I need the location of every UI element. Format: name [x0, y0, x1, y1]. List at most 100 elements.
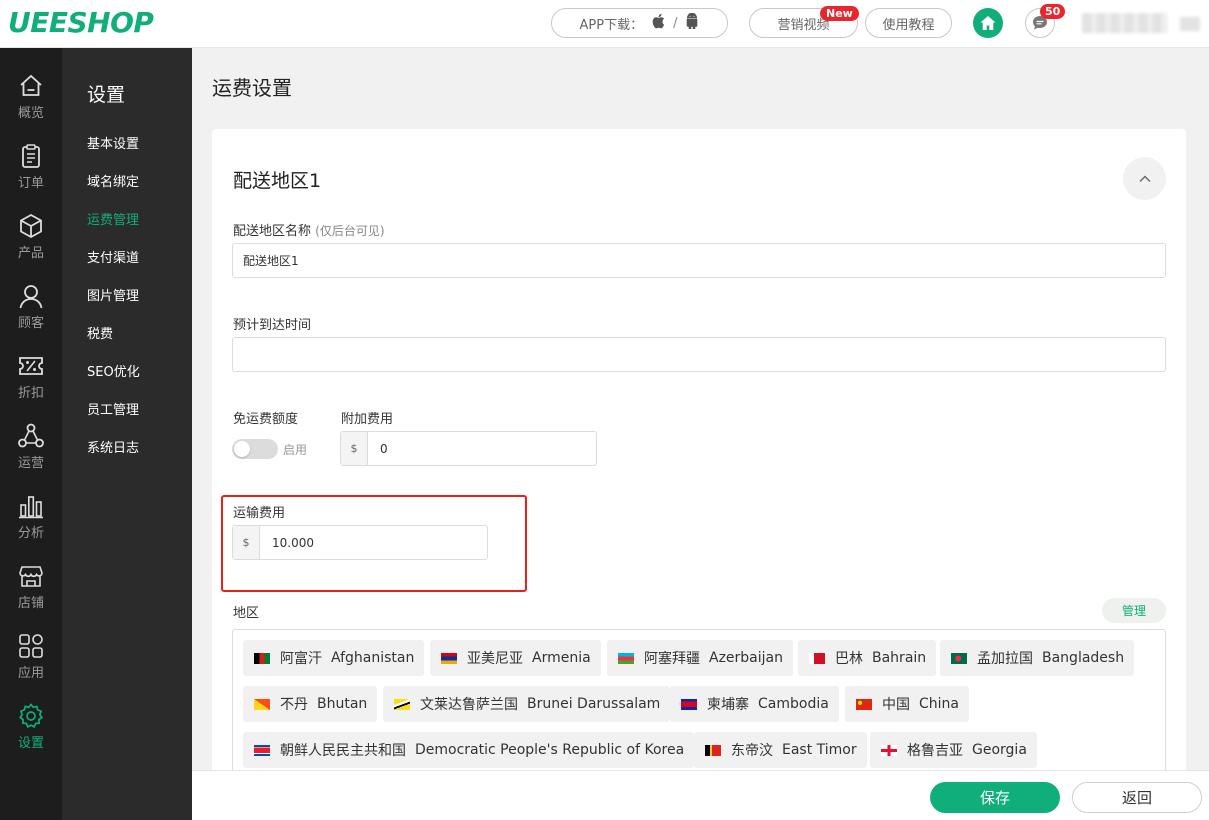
flag-cambodia-icon: [681, 698, 697, 710]
rail-label: 顾客: [17, 316, 44, 331]
gear-icon: [19, 703, 43, 728]
country-chip[interactable]: 格鲁吉亚 Georgia: [870, 732, 1037, 768]
rail-item-products[interactable]: 产品: [0, 202, 62, 272]
country-chip[interactable]: 中国 China: [845, 686, 969, 722]
flag-east-timor-icon: [705, 744, 721, 756]
rail-label: 订单: [17, 176, 44, 191]
android-icon[interactable]: [685, 12, 699, 33]
country-chip[interactable]: 东帝汶 East Timor: [694, 732, 867, 768]
subnav-item-logs[interactable]: 系统日志: [87, 437, 139, 456]
manage-regions-button[interactable]: 管理: [1102, 598, 1166, 623]
country-chip[interactable]: 孟加拉国 Bangladesh: [940, 640, 1135, 676]
country-en: Bhutan: [317, 696, 368, 712]
store-icon: [19, 566, 43, 587]
subnav-item-basic[interactable]: 基本设置: [87, 133, 139, 152]
free-threshold-toggle[interactable]: [232, 439, 278, 459]
country-en: Afghanistan: [331, 650, 415, 666]
currency-prefix: $: [341, 432, 368, 465]
zone-name-input[interactable]: 配送地区1: [232, 243, 1166, 278]
home-icon: [980, 16, 996, 30]
app-download-label: APP下载：: [579, 17, 644, 33]
country-cn: 阿塞拜疆: [644, 651, 700, 667]
rail-item-analytics[interactable]: 分析: [0, 482, 62, 552]
country-chip[interactable]: 阿富汗 Afghanistan: [243, 640, 425, 676]
flag-georgia-icon: [881, 744, 897, 756]
flag-bangladesh-icon: [951, 652, 967, 664]
country-cn: 巴林: [835, 651, 863, 667]
message-count-badge: 50: [1040, 4, 1066, 19]
rail-label: 折扣: [17, 386, 44, 401]
bar-chart-icon: [19, 496, 43, 519]
rail-label: 运营: [17, 456, 44, 471]
ticket-percent-icon: [19, 357, 43, 375]
user-account-name[interactable]: [1082, 13, 1167, 33]
country-cn: 文莱达鲁萨兰国: [420, 697, 518, 713]
apps-icon: [19, 634, 43, 658]
subnav-item-domain[interactable]: 域名绑定: [87, 171, 139, 190]
country-cn: 不丹: [280, 697, 308, 713]
country-en: Bangladesh: [1042, 650, 1125, 666]
surcharge-input[interactable]: $ 0: [340, 431, 597, 466]
country-chip[interactable]: 柬埔寨 Cambodia: [670, 686, 839, 722]
eta-input[interactable]: [232, 337, 1166, 372]
rail-item-store[interactable]: 店铺: [0, 552, 62, 622]
country-chip[interactable]: 亚美尼亚 Armenia: [430, 640, 601, 676]
rail-label: 应用: [17, 666, 44, 681]
subnav-item-staff[interactable]: 员工管理: [87, 399, 139, 418]
ueeshop-logo[interactable]: UEESHOP: [8, 6, 154, 39]
back-button[interactable]: 返回: [1072, 782, 1202, 813]
country-cn: 柬埔寨: [707, 697, 749, 713]
flag-bahrain-icon: [809, 652, 825, 664]
main-nav-rail: 概览 订单 产品 顾客 折扣 运营 分析 店铺 应用 设置: [0, 48, 62, 820]
rail-item-discounts[interactable]: 折扣: [0, 342, 62, 412]
shipping-zone-card: 配送地区1 配送地区名称 (仅后台可见) 配送地区1 预计到达时间 免运费额度 …: [212, 129, 1186, 770]
shipping-fee-value: 10.000: [272, 535, 314, 550]
country-cn: 格鲁吉亚: [907, 743, 963, 759]
tutorial-button[interactable]: 使用教程: [865, 8, 952, 38]
shipping-fee-input[interactable]: $ 10.000: [232, 525, 488, 560]
country-chip[interactable]: 不丹 Bhutan: [243, 686, 378, 722]
settings-subnav: 设置 基本设置 域名绑定 运费管理 支付渠道 图片管理 税费 SEO优化 员工管…: [62, 48, 192, 820]
share-nodes-icon: [18, 423, 44, 448]
flag-armenia-icon: [441, 652, 457, 664]
subnav-item-seo[interactable]: SEO优化: [87, 361, 140, 380]
rail-item-overview[interactable]: 概览: [0, 62, 62, 132]
subnav-item-payment[interactable]: 支付渠道: [87, 247, 139, 266]
user-dropdown-icon[interactable]: [1180, 17, 1200, 31]
rail-label: 设置: [17, 736, 44, 751]
collapse-button[interactable]: [1123, 157, 1166, 200]
country-en: Democratic People's Republic of Korea: [415, 742, 685, 758]
apple-icon[interactable]: [651, 13, 665, 33]
subnav-item-shipping[interactable]: 运费管理: [87, 209, 139, 228]
rail-item-orders[interactable]: 订单: [0, 132, 62, 202]
rail-item-customers[interactable]: 顾客: [0, 272, 62, 342]
country-cn: 阿富汗: [280, 651, 322, 667]
rail-label: 概览: [17, 106, 44, 121]
rail-label: 店铺: [17, 596, 44, 611]
country-en: East Timor: [782, 742, 857, 758]
subnav-item-images[interactable]: 图片管理: [87, 285, 139, 304]
top-header: UEESHOP APP下载： / 营销视频 New 使用教程 50: [0, 0, 1209, 48]
currency-prefix: $: [233, 526, 260, 559]
home-outline-icon: [20, 74, 42, 96]
country-chip[interactable]: 文莱达鲁萨兰国 Brunei Darussalam: [383, 686, 671, 722]
toggle-enable-label: 启用: [283, 443, 308, 457]
home-button[interactable]: [973, 8, 1003, 38]
subnav-item-tax[interactable]: 税费: [87, 323, 113, 342]
chevron-up-icon: [1139, 175, 1150, 182]
app-download-pill[interactable]: APP下载： /: [551, 8, 728, 38]
zone-name-label: 配送地区名称 (仅后台可见): [233, 220, 385, 239]
region-list: 阿富汗 Afghanistan 亚美尼亚 Armenia 阿塞拜疆 Azerba…: [232, 629, 1166, 770]
user-icon: [19, 285, 43, 309]
country-chip[interactable]: 巴林 Bahrain: [798, 640, 937, 676]
rail-item-operations[interactable]: 运营: [0, 412, 62, 482]
page-title: 运费设置: [212, 76, 292, 100]
country-chip[interactable]: 朝鲜人民民主共和国 Democratic People's Republic o…: [243, 732, 695, 768]
rail-item-apps[interactable]: 应用: [0, 622, 62, 692]
save-button[interactable]: 保存: [930, 782, 1060, 813]
flag-azerbaijan-icon: [618, 652, 634, 664]
country-chip[interactable]: 阿塞拜疆 Azerbaijan: [607, 640, 793, 676]
rail-label: 分析: [17, 526, 44, 541]
surcharge-value: 0: [380, 441, 388, 456]
rail-item-settings[interactable]: 设置: [0, 692, 62, 762]
